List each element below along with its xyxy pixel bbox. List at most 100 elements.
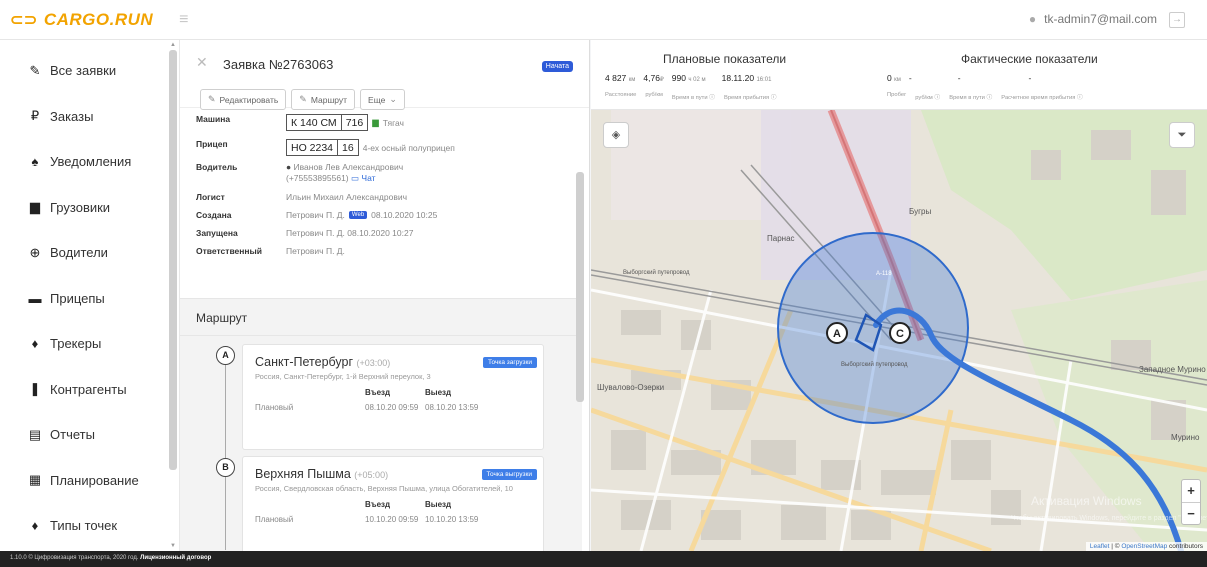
driver-phone[interactable]: (+75553895561) <box>286 173 349 183</box>
planned-values: 4 827 км 4,76₽ 990 ч 02 м 18.11.20 16:01 <box>605 73 771 83</box>
location-icon: ♦ <box>31 518 39 534</box>
sidebar-item-all-requests[interactable]: ✎ Все заявки <box>0 48 179 94</box>
actual-rub-km: - <box>908 73 912 83</box>
prop-label: Ответственный <box>196 246 263 256</box>
license-link[interactable]: Лицензионный договор <box>140 555 211 561</box>
zoom-control: + − <box>1181 479 1201 525</box>
zoom-in-button[interactable]: + <box>1182 480 1200 502</box>
order-actions: ✎ Редактировать ✎ Маршрут Еще ⌄ <box>200 89 405 110</box>
logist-name: Ильин Михаил Александрович <box>286 192 408 202</box>
sidebar-item-trucks[interactable]: ▆ Грузовики <box>0 185 179 231</box>
contacts-icon: ❚ <box>29 381 41 397</box>
actual-arrival: - <box>1028 73 1032 83</box>
unit: ч 02 м <box>688 77 706 83</box>
scroll-up-arrow[interactable]: ▲ <box>170 42 176 48</box>
unit: км <box>894 77 901 83</box>
map-label: Шувалово-Озерки <box>597 383 664 392</box>
sidebar-item-contractors[interactable]: ❚ Контрагенты <box>0 367 179 413</box>
sidebar-item-label: Типы точек <box>50 518 118 534</box>
sidebar-scrollbar[interactable] <box>169 50 177 470</box>
prop-label: Прицеп <box>196 139 228 149</box>
unit: ₽ <box>659 77 664 83</box>
created-at: 08.10.2020 10:25 <box>371 210 438 220</box>
close-icon[interactable]: ✕ <box>196 54 208 71</box>
route-point-marker: A <box>216 346 235 365</box>
sidebar-item-planning[interactable]: ▦ Планирование <box>0 458 179 504</box>
launched-row: Запущена Петрович П. Д. 08.10.2020 10:27 <box>196 228 589 240</box>
prop-label: Логист <box>196 192 225 202</box>
map-label: Выборгский путепровод <box>841 361 908 368</box>
map-label: А-118 <box>876 271 892 277</box>
order-properties: Машина К 140 СМ 716 ▆ Тягач Прицеп НО 223… <box>180 108 589 258</box>
actual-travel-time: - <box>957 73 961 83</box>
entry-time: 08.10.20 09:59 <box>365 403 419 412</box>
point-schedule: Въезд Выезд Плановый 08.10.20 09:59 08.1… <box>255 388 531 412</box>
plate-number: К 140 СМ <box>287 115 342 130</box>
metric-label: Время прибытия ⓘ <box>723 95 777 101</box>
more-button[interactable]: Еще ⌄ <box>360 89 405 110</box>
status-dot-icon: ● <box>286 162 292 172</box>
layers-icon[interactable]: ◈ <box>603 122 629 148</box>
logo-icon: ⊂⊃ <box>10 11 38 29</box>
sidebar-item-trailers[interactable]: ▬ Прицепы <box>0 276 179 322</box>
more-button-label: Еще <box>368 94 386 105</box>
leaflet-link[interactable]: Leaflet <box>1090 543 1110 550</box>
ruble-icon: ₽ <box>30 108 40 124</box>
edit-button[interactable]: ✎ Редактировать <box>200 89 287 110</box>
sidebar: ✎ Все заявки ₽ Заказы ♠ Уведомления ▆ Грузов… <box>0 40 180 551</box>
sidebar-item-notifications[interactable]: ♠ Уведомления <box>0 139 179 185</box>
marker-a-label: A <box>833 328 841 340</box>
entry-time: 10.10.20 09:59 <box>365 515 419 524</box>
logout-icon[interactable]: → <box>1169 12 1185 28</box>
route-point-card[interactable]: Верхняя Пышма (+05:00) Точка выгрузки Ро… <box>242 456 544 566</box>
unit: км <box>628 77 636 83</box>
map[interactable]: A C Бугры Парнас Шувалово-Озерки Западно… <box>591 110 1207 551</box>
col-entry: Въезд <box>365 500 391 509</box>
created-by: Петрович П. Д. <box>286 210 345 220</box>
responsible-value: Петрович П. Д. <box>286 246 345 256</box>
osm-link[interactable]: OpenStreetMap <box>1121 543 1167 550</box>
edit-icon: ✎ <box>29 62 41 78</box>
metric-label: Расстояние <box>605 92 637 98</box>
sidebar-item-trackers[interactable]: ♦ Трекеры <box>0 321 179 367</box>
map-canvas[interactable]: A C Бугры Парнас Шувалово-Озерки Западно… <box>591 110 1207 551</box>
report-icon: ▤ <box>28 426 42 442</box>
user-menu[interactable]: ● tk-admin7@mail.com <box>1029 12 1157 26</box>
truck-icon: ▆ <box>372 117 379 127</box>
sidebar-item-drivers[interactable]: ⊕ Водители <box>0 230 179 276</box>
zoom-out-button[interactable]: − <box>1182 502 1200 524</box>
logo[interactable]: ⊂⊃ CARGO.RUN <box>10 10 153 30</box>
planned-distance: 4 827 <box>605 73 627 83</box>
point-type-badge: Точка загрузки <box>483 357 537 368</box>
trailer-icon: ▬ <box>28 290 42 306</box>
vehicle-plate[interactable]: К 140 СМ 716 <box>286 114 369 131</box>
point-type-badge: Точка выгрузки <box>481 469 537 480</box>
scroll-down-arrow[interactable]: ▼ <box>170 543 176 549</box>
sidebar-item-orders[interactable]: ₽ Заказы <box>0 94 179 140</box>
sidebar-item-label: Уведомления <box>50 154 132 170</box>
metric-label: Расчетное время прибытия ⓘ <box>1001 95 1083 101</box>
sidebar-item-reports[interactable]: ▤ Отчеты <box>0 412 179 458</box>
map-label: Западное Мурино <box>1139 365 1206 374</box>
route-timeline <box>225 350 226 550</box>
launched-value: Петрович П. Д. 08.10.2020 10:27 <box>286 228 414 238</box>
sidebar-item-label: Заказы <box>50 108 94 124</box>
route-button[interactable]: ✎ Маршрут <box>291 89 356 110</box>
sidebar-item-point-types[interactable]: ♦ Типы точек <box>0 503 179 549</box>
trailer-plate[interactable]: НО 2234 16 <box>286 139 359 156</box>
trailer-type: 4-ех осный полуприцеп <box>362 142 455 153</box>
user-email: tk-admin7@mail.com <box>1044 12 1157 26</box>
metric-label: руб/км ⓘ <box>915 95 941 101</box>
panel-scrollbar[interactable] <box>576 100 584 550</box>
chat-link[interactable]: Чат <box>361 173 375 183</box>
route-point-card[interactable]: Санкт-Петербург (+03:00) Точка загрузки … <box>242 344 544 450</box>
scroll-thumb[interactable] <box>576 172 584 402</box>
driver-name[interactable]: Иванов Лев Александрович <box>294 162 404 172</box>
menu-icon[interactable]: ≡ <box>179 11 188 29</box>
sidebar-item-label: Водители <box>50 245 108 261</box>
filter-icon[interactable]: ⏷ <box>1169 122 1195 148</box>
logo-text: CARGO.RUN <box>43 9 154 29</box>
actual-labels: Пробег руб/км ⓘ Время в пути ⓘ Расчетное… <box>887 92 1083 101</box>
metric-label: Пробег <box>887 92 907 98</box>
col-exit: Выезд <box>425 388 452 397</box>
